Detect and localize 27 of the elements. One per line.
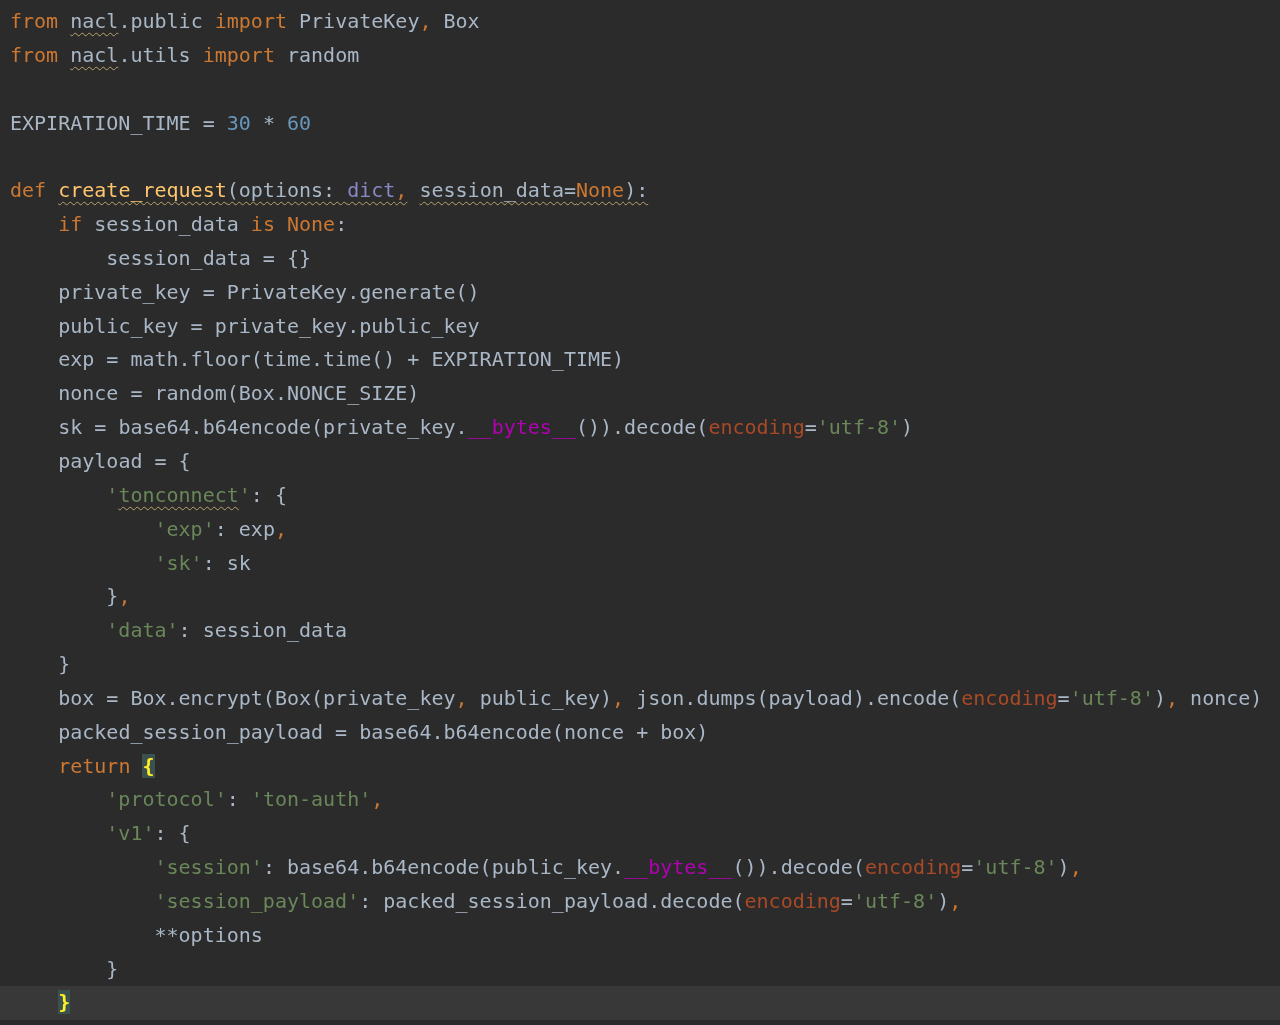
code-line: }, xyxy=(105,583,132,611)
code-line: private_key = PrivateKey.generate() xyxy=(57,278,481,306)
code-line: packed_session_payload = base64.b64encode(nonce + box) xyxy=(57,718,710,746)
code-line: } xyxy=(57,651,72,679)
code-line: 'session': base64.b64encode(public_key.__bytes__()).decode(encoding='utf-8'), xyxy=(153,854,1083,882)
code-line: if session_data is None: xyxy=(57,211,349,239)
code-line: 'v1': { xyxy=(105,820,192,848)
code-line: from nacl.public import PrivateKey, Box xyxy=(9,8,481,35)
code-line: public_key = private_key.public_key xyxy=(57,312,481,340)
code-line: exp = math.floor(time.time() + EXPIRATION_TIME) xyxy=(57,346,626,374)
code-line: from nacl.utils import random xyxy=(9,41,361,69)
code-line: } xyxy=(105,955,120,983)
code-line: 'exp': exp, xyxy=(153,515,288,543)
code-line: return { xyxy=(57,752,156,780)
code-line: 'protocol': 'ton-auth', xyxy=(105,786,385,814)
code-line: 'sk': sk xyxy=(153,549,252,577)
code-line: 'tonconnect': { xyxy=(105,481,288,509)
code-line: box = Box.encrypt(Box(private_key, public_key), json.dumps(payload).encode(encoding='utf-8'), nonce) xyxy=(57,684,1264,712)
code-line: **options xyxy=(153,921,264,949)
code-line: session_data = {} xyxy=(105,244,313,272)
code-line: nonce = random(Box.NONCE_SIZE) xyxy=(57,380,421,408)
code-line: EXPIRATION_TIME = 30 * 60 xyxy=(9,109,313,137)
code-line: sk = base64.b64encode(private_key.__bytes__()).decode(encoding='utf-8') xyxy=(57,414,915,442)
code-line: def create_request(options: dict, session_data=None): xyxy=(9,177,650,205)
code-line: 'session_payload': packed_session_payload.decode(encoding='utf-8'), xyxy=(153,887,963,915)
code-line: payload = { xyxy=(57,447,192,475)
code-line: 'data': session_data xyxy=(105,617,349,645)
